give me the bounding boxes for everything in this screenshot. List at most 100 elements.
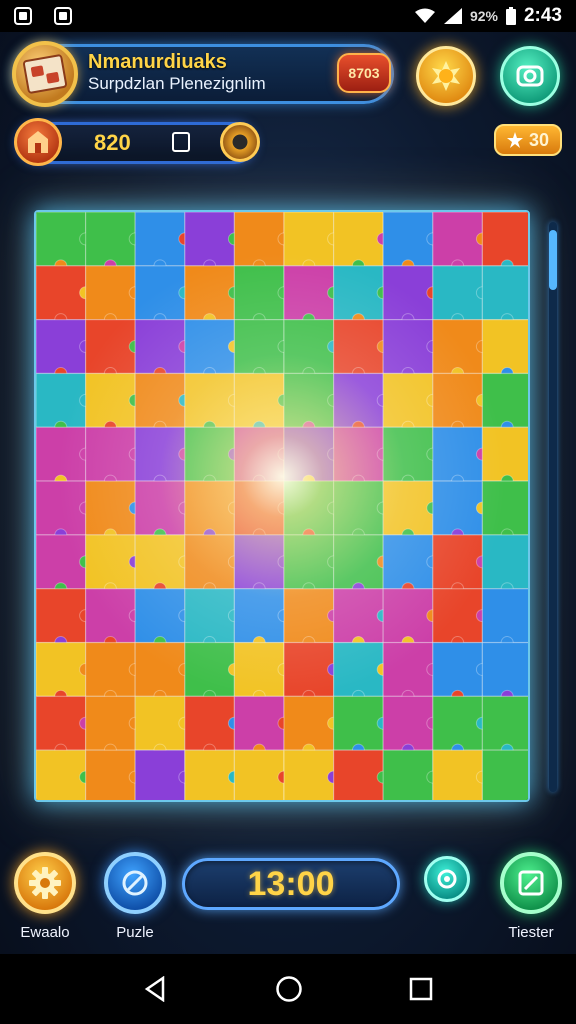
- puzzle-piece[interactable]: [184, 534, 236, 590]
- puzzle-piece[interactable]: [333, 212, 384, 267]
- puzzle-piece[interactable]: [432, 641, 483, 697]
- puzzle-piece[interactable]: [382, 641, 434, 697]
- puzzle-piece[interactable]: [481, 749, 530, 802]
- puzzle-piece[interactable]: [84, 695, 136, 751]
- puzzle-piece[interactable]: [233, 265, 285, 321]
- puzzle-piece[interactable]: [84, 749, 136, 802]
- puzzle-piece[interactable]: [233, 480, 285, 536]
- sun-button[interactable]: [416, 46, 476, 106]
- puzzle-piece[interactable]: [184, 695, 236, 751]
- puzzle-piece[interactable]: [36, 480, 87, 536]
- puzzle-piece[interactable]: [333, 641, 384, 697]
- puzzle-piece[interactable]: [184, 480, 236, 536]
- camera-button[interactable]: [500, 46, 560, 106]
- puzzle-piece[interactable]: [134, 319, 186, 375]
- puzzle-piece[interactable]: [184, 212, 236, 267]
- puzzle-piece[interactable]: [432, 265, 483, 321]
- puzzle-piece[interactable]: [382, 480, 434, 536]
- puzzle-piece[interactable]: [382, 749, 434, 802]
- puzzle-piece[interactable]: [233, 641, 285, 697]
- puzzle-piece[interactable]: [283, 372, 335, 428]
- puzzle-piece[interactable]: [84, 480, 136, 536]
- puzzle-piece[interactable]: [382, 265, 434, 321]
- puzzle-piece[interactable]: [134, 480, 186, 536]
- puzzle-piece[interactable]: [481, 534, 530, 590]
- puzzle-piece[interactable]: [333, 319, 384, 375]
- puzzle-piece[interactable]: [36, 588, 87, 644]
- puzzle-piece[interactable]: [84, 588, 136, 644]
- puzzle-piece[interactable]: [184, 426, 236, 482]
- puzzle-piece[interactable]: [432, 749, 483, 802]
- puzzle-piece[interactable]: [382, 534, 434, 590]
- puzzle-piece[interactable]: [84, 534, 136, 590]
- puzzle-piece[interactable]: [233, 534, 285, 590]
- puzzle-piece[interactable]: [233, 426, 285, 482]
- puzzle-piece[interactable]: [184, 319, 236, 375]
- recents-icon[interactable]: [409, 977, 433, 1001]
- puzzle-piece[interactable]: [283, 480, 335, 536]
- puzzle-piece[interactable]: [481, 480, 530, 536]
- puzzle-piece[interactable]: [84, 319, 136, 375]
- puzzle-piece[interactable]: [184, 749, 236, 802]
- puzzle-piece[interactable]: [283, 319, 335, 375]
- puzzle-piece[interactable]: [134, 426, 186, 482]
- puzzle-piece[interactable]: [382, 212, 434, 267]
- puzzle-piece[interactable]: [134, 372, 186, 428]
- home-button[interactable]: [14, 118, 62, 166]
- puzzle-piece[interactable]: [84, 641, 136, 697]
- puzzle-piece[interactable]: [184, 372, 236, 428]
- settings-button[interactable]: [14, 852, 76, 914]
- puzzle-piece[interactable]: [283, 695, 335, 751]
- puzzle-piece[interactable]: [36, 319, 87, 375]
- puzzle-piece[interactable]: [333, 588, 384, 644]
- puzzle-piece[interactable]: [36, 695, 87, 751]
- puzzle-piece[interactable]: [84, 212, 136, 267]
- puzzle-piece[interactable]: [382, 588, 434, 644]
- puzzle-piece[interactable]: [134, 534, 186, 590]
- puzzle-piece[interactable]: [36, 265, 87, 321]
- puzzle-piece[interactable]: [283, 641, 335, 697]
- puzzle-piece[interactable]: [432, 588, 483, 644]
- puzzle-piece[interactable]: [283, 265, 335, 321]
- puzzle-piece[interactable]: [432, 319, 483, 375]
- board-scrollbar[interactable]: [549, 222, 557, 792]
- puzzle-piece[interactable]: [233, 695, 285, 751]
- coin-badge[interactable]: 8703: [337, 53, 391, 93]
- puzzle-piece[interactable]: [36, 212, 87, 267]
- puzzle-piece[interactable]: [432, 212, 483, 267]
- target-button[interactable]: [424, 856, 470, 902]
- puzzle-piece[interactable]: [481, 319, 530, 375]
- puzzle-piece[interactable]: [283, 588, 335, 644]
- puzzle-piece[interactable]: [333, 534, 384, 590]
- puzzle-piece[interactable]: [134, 641, 186, 697]
- puzzle-piece[interactable]: [432, 480, 483, 536]
- puzzle-piece[interactable]: [233, 319, 285, 375]
- puzzle-piece[interactable]: [283, 426, 335, 482]
- puzzle-piece[interactable]: [481, 695, 530, 751]
- puzzle-piece[interactable]: [432, 534, 483, 590]
- puzzle-piece[interactable]: [283, 749, 335, 802]
- puzzle-piece[interactable]: [134, 695, 186, 751]
- edit-button[interactable]: [500, 852, 562, 914]
- puzzle-piece[interactable]: [481, 426, 530, 482]
- puzzle-piece[interactable]: [333, 426, 384, 482]
- puzzle-piece[interactable]: [432, 426, 483, 482]
- puzzle-piece[interactable]: [84, 372, 136, 428]
- star-badge[interactable]: 30: [494, 124, 562, 156]
- puzzle-piece[interactable]: [233, 749, 285, 802]
- board-scroll-thumb[interactable]: [549, 230, 557, 290]
- puzzle-piece[interactable]: [134, 212, 186, 267]
- puzzle-piece[interactable]: [134, 588, 186, 644]
- puzzle-piece[interactable]: [184, 641, 236, 697]
- puzzle-grid[interactable]: [36, 212, 530, 802]
- puzzle-piece[interactable]: [233, 372, 285, 428]
- puzzle-piece[interactable]: [432, 372, 483, 428]
- puzzle-piece[interactable]: [36, 372, 87, 428]
- puzzle-piece[interactable]: [432, 695, 483, 751]
- back-icon[interactable]: [143, 976, 169, 1002]
- puzzle-piece[interactable]: [233, 212, 285, 267]
- puzzle-piece[interactable]: [233, 588, 285, 644]
- puzzle-piece[interactable]: [184, 588, 236, 644]
- puzzle-piece[interactable]: [36, 426, 87, 482]
- puzzle-piece[interactable]: [481, 641, 530, 697]
